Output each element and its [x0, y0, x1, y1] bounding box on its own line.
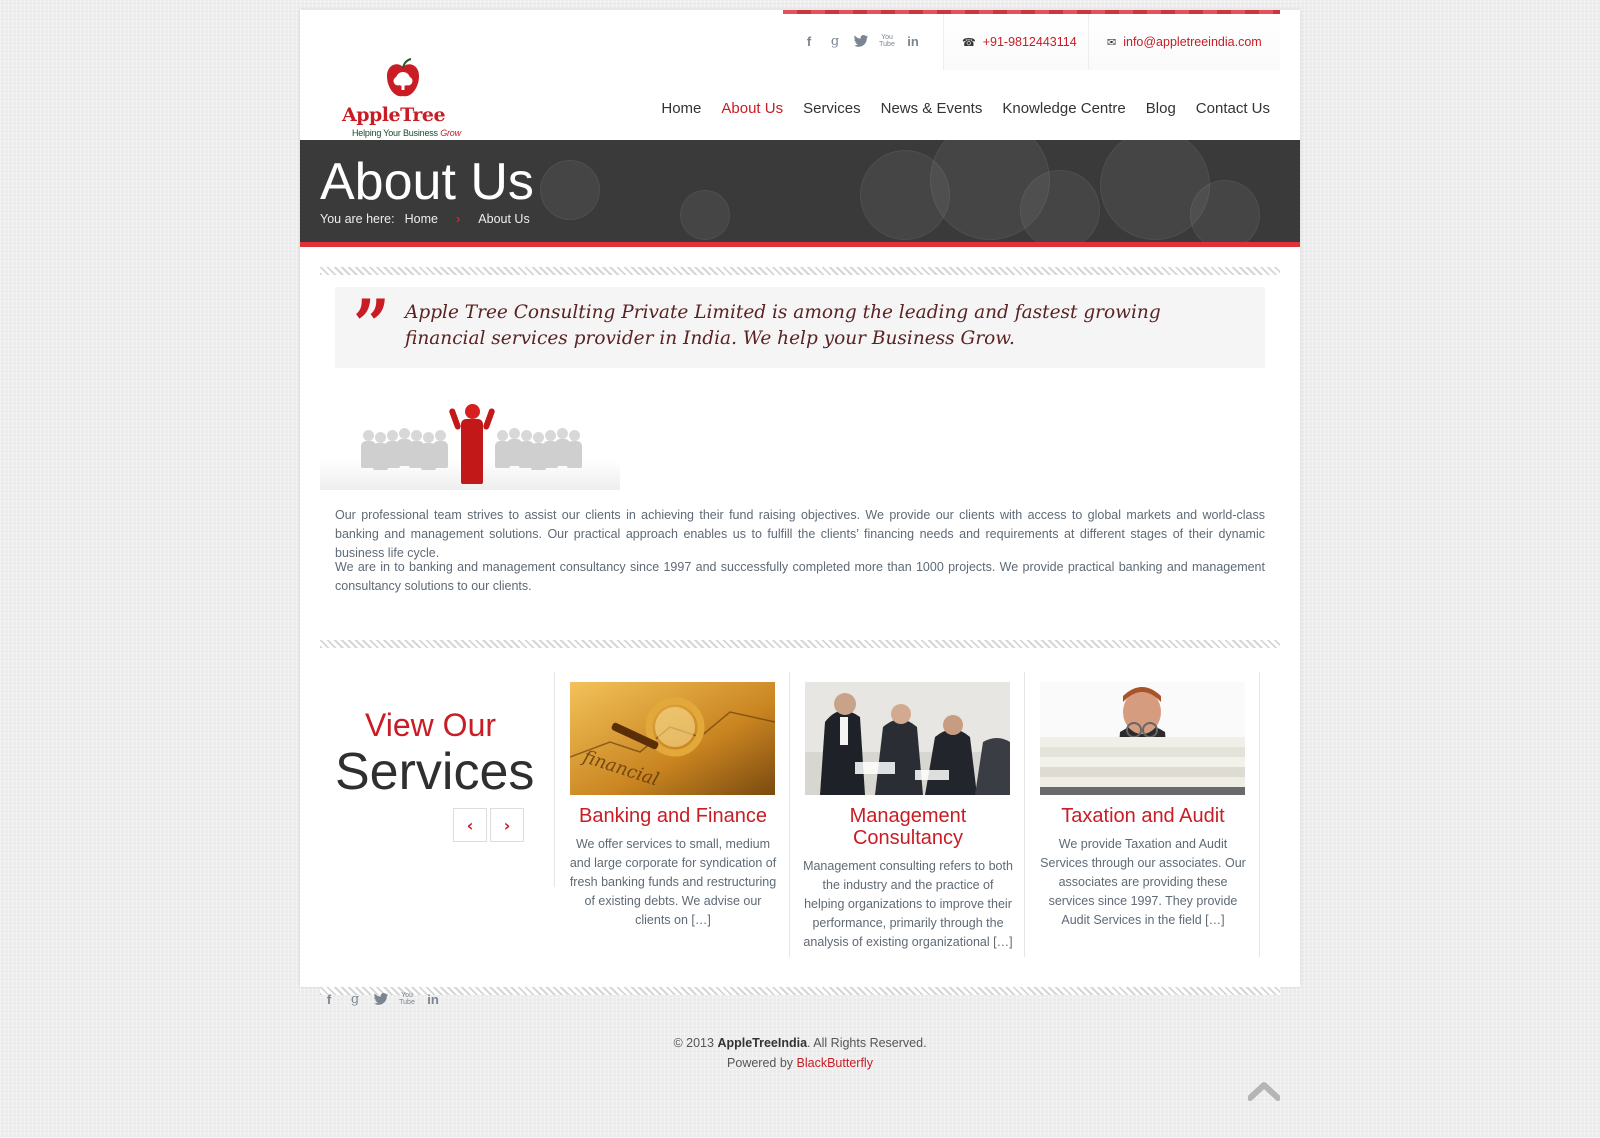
footer-copyright: © 2013 AppleTreeIndia. All Rights Reserv… [0, 1033, 1600, 1073]
youtube-icon[interactable]: You Tube [398, 990, 416, 1008]
apple-logo-icon [387, 58, 419, 97]
service-title[interactable]: Banking and Finance [563, 805, 783, 827]
nav-contact-us[interactable]: Contact Us [1196, 100, 1270, 117]
powered-prefix: Powered by [727, 1056, 794, 1070]
service-description: We provide Taxation and Audit Services t… [1040, 837, 1246, 927]
email-contact[interactable]: ✉ info@appletreeindia.com [1088, 14, 1280, 70]
email-address: info@appletreeindia.com [1123, 35, 1262, 49]
rights-text: . All Rights Reserved. [807, 1036, 927, 1050]
youtube-icon[interactable]: You Tube [878, 32, 896, 50]
divider [320, 640, 1280, 648]
chevron-right-icon: › [455, 211, 461, 226]
page-title: About Us [320, 153, 534, 211]
phone-contact[interactable]: ☎ +91-9812443114 [943, 14, 1088, 70]
service-title[interactable]: Taxation and Audit [1033, 805, 1253, 827]
carousel-next-button[interactable]: › [490, 808, 524, 842]
banner-bubble [1020, 170, 1100, 242]
intro-quote: ” Apple Tree Consulting Private Limited … [335, 287, 1265, 368]
service-card-banking[interactable]: financial Banking and Finance We offer s… [555, 672, 790, 957]
header-social-links: f g You Tube in [800, 32, 922, 50]
page-container: AppleTree Helping Your Business Grow f g… [300, 10, 1300, 987]
breadcrumb-prefix: You are here: [320, 211, 395, 226]
tagline-main: Helping Your Business [352, 128, 438, 138]
nav-about-us[interactable]: About Us [721, 100, 783, 117]
service-title[interactable]: Management Consultancy [798, 805, 1018, 849]
twitter-icon[interactable] [372, 990, 390, 1008]
service-card-taxation[interactable]: Taxation and Audit We provide Taxation a… [1025, 672, 1260, 957]
about-paragraph-2: We are in to banking and management cons… [335, 560, 1265, 593]
tagline-accent: Grow [440, 128, 461, 138]
nav-knowledge-centre[interactable]: Knowledge Centre [1002, 100, 1125, 117]
copyright-prefix: © 2013 [673, 1036, 714, 1050]
twitter-icon[interactable] [852, 32, 870, 50]
company-name: AppleTreeIndia [717, 1036, 808, 1050]
nav-home[interactable]: Home [661, 100, 701, 117]
breadcrumb-current: About Us [478, 211, 530, 226]
carousel-prev-button[interactable]: ‹ [453, 808, 487, 842]
services-heading-bottom: Services [335, 743, 535, 801]
services-heading-panel: View Our Services ‹ › [320, 672, 555, 887]
google-plus-icon[interactable]: g [346, 990, 364, 1008]
banner-bubble [540, 160, 600, 220]
main-navigation: Home About Us Services News & Events Kno… [661, 100, 1270, 117]
envelope-icon: ✉ [1107, 35, 1117, 49]
footer-social-links: f g You Tube in [320, 990, 442, 1008]
banner-bubble [680, 190, 730, 240]
brand-tagline: Helping Your Business Grow [352, 128, 461, 138]
brand-name: AppleTree [342, 104, 446, 126]
service-card-management[interactable]: Management Consultancy Management consul… [790, 672, 1025, 957]
breadcrumb-home[interactable]: Home [405, 212, 438, 226]
service-description: We offer services to small, medium and l… [569, 837, 777, 927]
footer-divider [320, 987, 1280, 995]
page-banner: About Us You are here: Home › About Us [300, 140, 1300, 247]
about-paragraph-1: Our professional team strives to assist … [335, 508, 1265, 560]
quote-icon: ” [353, 285, 390, 368]
service-description: Management consulting refers to both the… [803, 859, 1013, 949]
breadcrumb: You are here: Home › About Us [320, 211, 530, 226]
phone-number: +91-9812443114 [982, 35, 1077, 49]
services-heading-top: View Our [365, 707, 497, 743]
nav-news-events[interactable]: News & Events [881, 100, 983, 117]
scroll-to-top-icon[interactable] [1248, 1080, 1280, 1102]
google-plus-icon[interactable]: g [826, 32, 844, 50]
facebook-icon[interactable]: f [320, 990, 338, 1008]
management-image [805, 682, 1010, 795]
banking-image: financial [570, 682, 775, 795]
quote-text: Apple Tree Consulting Private Limited is… [405, 302, 1161, 349]
linkedin-icon[interactable]: in [904, 32, 922, 50]
powered-by-link[interactable]: BlackButterfly [797, 1056, 873, 1070]
facebook-icon[interactable]: f [800, 32, 818, 50]
nav-services[interactable]: Services [803, 100, 861, 117]
nav-blog[interactable]: Blog [1146, 100, 1176, 117]
linkedin-icon[interactable]: in [424, 990, 442, 1008]
banner-bubble [1190, 180, 1260, 242]
taxation-image [1040, 682, 1245, 795]
phone-icon: ☎ [962, 35, 976, 49]
divider [320, 267, 1280, 275]
site-logo[interactable]: AppleTree Helping Your Business Grow [340, 48, 470, 140]
team-image [320, 390, 620, 490]
